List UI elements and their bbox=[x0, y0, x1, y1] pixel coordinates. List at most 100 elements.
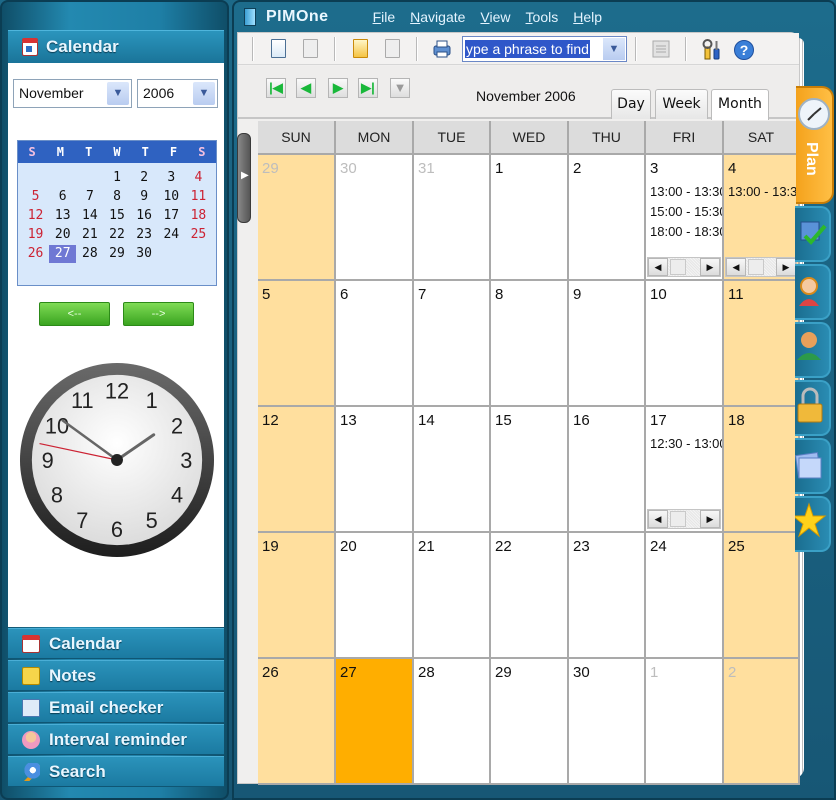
mini-calendar-day[interactable]: 2 bbox=[131, 169, 158, 187]
scroll-thumb[interactable] bbox=[670, 259, 686, 275]
cell-horizontal-scrollbar[interactable]: ◀ ▶ bbox=[725, 257, 797, 277]
last-period-button[interactable]: ▶| bbox=[358, 78, 378, 98]
menu-view[interactable]: View bbox=[480, 9, 510, 25]
menu-help[interactable]: Help bbox=[573, 9, 602, 25]
side-tab-users[interactable] bbox=[795, 322, 831, 378]
edit-document-button[interactable] bbox=[300, 38, 320, 59]
mini-calendar-day[interactable]: 10 bbox=[158, 188, 185, 206]
side-tab-tasks[interactable] bbox=[795, 206, 831, 262]
side-tab-passwords[interactable] bbox=[795, 380, 831, 436]
scroll-right-icon[interactable]: ▶ bbox=[700, 510, 720, 528]
day-cell[interactable]: 16 bbox=[569, 407, 646, 533]
day-cell[interactable]: 1 bbox=[491, 155, 569, 281]
day-cell[interactable]: 8 bbox=[491, 281, 569, 407]
mini-calendar-day[interactable]: 3 bbox=[158, 169, 185, 187]
mini-calendar-day[interactable]: 28 bbox=[76, 245, 103, 263]
day-cell[interactable]: 29 bbox=[491, 659, 569, 785]
cell-horizontal-scrollbar[interactable]: ◀ ▶ bbox=[647, 257, 721, 277]
chevron-down-icon[interactable]: ▼ bbox=[107, 82, 129, 105]
day-cell[interactable]: 31 bbox=[414, 155, 491, 281]
day-cell[interactable]: 19 bbox=[258, 533, 336, 659]
mini-calendar-day[interactable]: 4 bbox=[185, 169, 212, 187]
mini-calendar-day[interactable]: 14 bbox=[76, 207, 103, 225]
next-month-button[interactable]: --> bbox=[123, 302, 194, 326]
day-cell[interactable]: 24 bbox=[646, 533, 724, 659]
day-cell[interactable]: 4 13:00 - 13:30 ◀ ▶ bbox=[724, 155, 800, 281]
sidebar-nav-search[interactable]: Search bbox=[8, 756, 224, 787]
day-cell[interactable]: 12 bbox=[258, 407, 336, 533]
mini-calendar-day[interactable]: 27 bbox=[49, 245, 77, 263]
event-item[interactable]: 13:00 - 13:30 bbox=[650, 182, 722, 202]
day-cell[interactable]: 18 bbox=[724, 407, 800, 533]
mini-calendar-day[interactable]: 21 bbox=[76, 226, 103, 244]
prev-period-button[interactable]: ◀ bbox=[296, 78, 316, 98]
help-button[interactable]: ? bbox=[733, 39, 754, 60]
mini-calendar-day[interactable]: 24 bbox=[158, 226, 185, 244]
day-cell[interactable]: 30 bbox=[336, 155, 414, 281]
mini-calendar-day[interactable]: 9 bbox=[131, 188, 158, 206]
month-select[interactable]: November ▼ bbox=[13, 79, 132, 108]
mini-calendar-day[interactable]: 13 bbox=[49, 207, 76, 225]
day-cell[interactable]: 11 bbox=[724, 281, 800, 407]
mini-calendar-day[interactable]: 22 bbox=[103, 226, 130, 244]
day-cell[interactable]: 1 bbox=[646, 659, 724, 785]
export-document-button[interactable] bbox=[382, 38, 402, 59]
chevron-down-icon[interactable]: ▼ bbox=[603, 37, 625, 60]
side-tab-favorites[interactable] bbox=[791, 496, 831, 552]
open-document-button[interactable] bbox=[350, 38, 370, 59]
scroll-thumb[interactable] bbox=[748, 259, 764, 275]
cell-horizontal-scrollbar[interactable]: ◀ ▶ bbox=[647, 509, 721, 529]
first-period-button[interactable]: |◀ bbox=[266, 78, 286, 98]
day-cell[interactable]: 5 bbox=[258, 281, 336, 407]
scroll-left-icon[interactable]: ◀ bbox=[648, 510, 668, 528]
scroll-left-icon[interactable]: ◀ bbox=[726, 258, 746, 276]
tab-week[interactable]: Week bbox=[655, 89, 708, 119]
mini-calendar-day[interactable]: 8 bbox=[103, 188, 130, 206]
mini-calendar-day[interactable]: 6 bbox=[49, 188, 76, 206]
day-cell[interactable]: 20 bbox=[336, 533, 414, 659]
sidebar-collapse-handle[interactable]: ▶ bbox=[237, 133, 251, 223]
mini-calendar-day[interactable]: 11 bbox=[185, 188, 212, 206]
day-cell[interactable]: 30 bbox=[569, 659, 646, 785]
menu-tools[interactable]: Tools bbox=[526, 9, 559, 25]
mini-calendar-day[interactable]: 23 bbox=[131, 226, 158, 244]
tab-month[interactable]: Month bbox=[711, 89, 769, 120]
day-cell-today[interactable]: 27 bbox=[336, 659, 414, 785]
menu-file[interactable]: File bbox=[373, 9, 396, 25]
event-item[interactable]: 13:00 - 13:30 bbox=[728, 182, 798, 202]
year-select[interactable]: 2006 ▼ bbox=[137, 79, 218, 108]
mini-calendar-day[interactable]: 26 bbox=[22, 245, 49, 263]
search-input[interactable]: ype a phrase to find ▼ bbox=[462, 35, 627, 62]
scroll-thumb[interactable] bbox=[670, 511, 686, 527]
day-cell[interactable]: 26 bbox=[258, 659, 336, 785]
day-cell[interactable]: 7 bbox=[414, 281, 491, 407]
mini-calendar-day[interactable]: 18 bbox=[185, 207, 212, 225]
day-cell[interactable]: 15 bbox=[491, 407, 569, 533]
day-cell[interactable]: 23 bbox=[569, 533, 646, 659]
chevron-down-icon[interactable]: ▼ bbox=[193, 82, 215, 105]
event-item[interactable]: 12:30 - 13:00 bbox=[650, 434, 722, 454]
day-cell[interactable]: 13 bbox=[336, 407, 414, 533]
mini-calendar-day[interactable]: 5 bbox=[22, 188, 49, 206]
side-tab-plan[interactable]: Plan bbox=[796, 86, 834, 204]
mini-calendar-day[interactable]: 19 bbox=[22, 226, 49, 244]
print-button[interactable] bbox=[432, 39, 452, 59]
event-item[interactable]: 18:00 - 18:30 bbox=[650, 222, 722, 242]
day-cell[interactable]: 3 13:00 - 13:30 15:00 - 15:30 18:00 - 18:30… bbox=[646, 155, 724, 281]
sidebar-nav-notes[interactable]: Notes bbox=[8, 660, 224, 691]
scroll-right-icon[interactable]: ▶ bbox=[700, 258, 720, 276]
day-cell[interactable]: 2 bbox=[724, 659, 800, 785]
mini-calendar-day[interactable]: 16 bbox=[131, 207, 158, 225]
tab-day[interactable]: Day bbox=[611, 89, 651, 119]
mini-calendar-day[interactable]: 12 bbox=[22, 207, 49, 225]
sidebar-nav-email-checker[interactable]: Email checker bbox=[8, 692, 224, 723]
mini-calendar-day[interactable]: 29 bbox=[103, 245, 130, 263]
prev-month-button[interactable]: <-- bbox=[39, 302, 110, 326]
filter-button[interactable]: ▼ bbox=[390, 78, 410, 98]
sidebar-nav-calendar[interactable]: Calendar bbox=[8, 628, 224, 659]
day-cell[interactable]: 17 12:30 - 13:00 ◀ ▶ bbox=[646, 407, 724, 533]
day-cell[interactable]: 14 bbox=[414, 407, 491, 533]
day-cell[interactable]: 29 bbox=[258, 155, 336, 281]
scroll-left-icon[interactable]: ◀ bbox=[648, 258, 668, 276]
mini-calendar-day[interactable]: 25 bbox=[185, 226, 212, 244]
